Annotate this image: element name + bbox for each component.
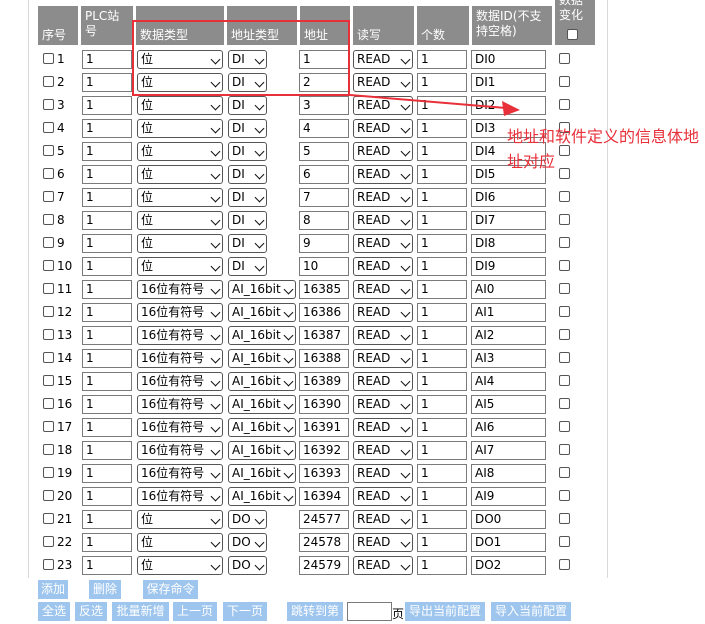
export-config-button[interactable]: 导出当前配置 [405,602,485,621]
page-number-input[interactable] [347,602,392,621]
next-page-button[interactable]: 下一页 [223,602,267,621]
select-all-button[interactable]: 全选 [38,602,70,621]
save-command-button[interactable]: 保存命令 [143,580,198,599]
annotation-text: 地址和软件定义的信息体地址对应 [507,127,700,171]
add-button[interactable]: 添加 [38,580,68,599]
invert-select-button[interactable]: 反选 [75,602,107,621]
page-suffix-label: 页 [392,607,405,621]
import-config-button[interactable]: 导入当前配置 [491,602,571,621]
jump-to-page-button[interactable]: 跳转到第 [287,602,343,621]
prev-page-button[interactable]: 上一页 [173,602,217,621]
batch-add-button[interactable]: 批量新增 [112,602,169,621]
delete-button[interactable]: 删除 [89,580,121,599]
annotation-arrow-icon [349,94,520,116]
